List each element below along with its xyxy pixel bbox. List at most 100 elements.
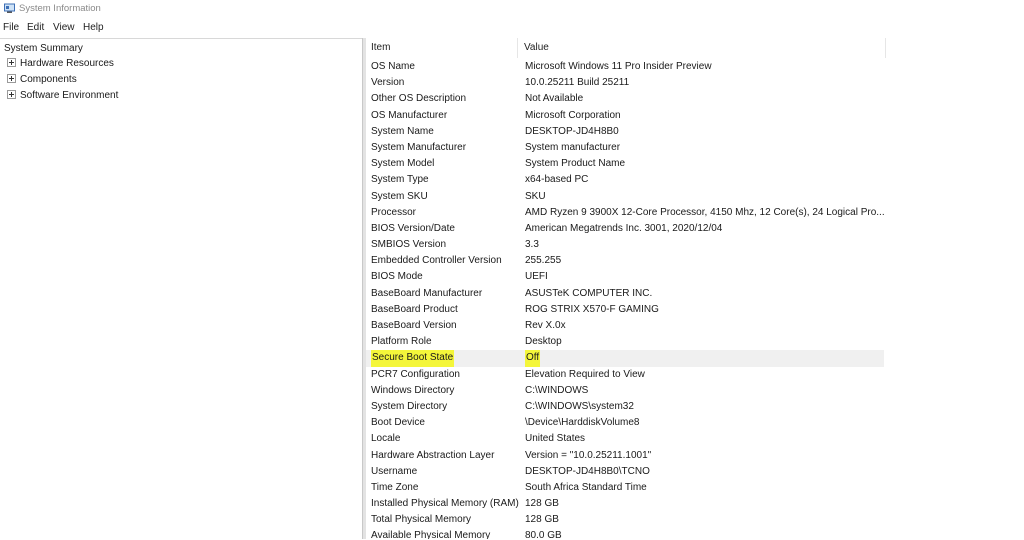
row-item-label: System Name: [371, 125, 434, 137]
table-row[interactable]: BaseBoard Product ROG STRIX X570-F GAMING: [366, 302, 1024, 318]
row-item-label: OS Manufacturer: [371, 109, 448, 121]
category-tree: System Summary Hardware Resources Compon…: [0, 38, 362, 540]
table-row[interactable]: Boot Device \Device\HarddiskVolume8: [366, 415, 1024, 431]
row-value: 80.0 GB: [525, 530, 562, 539]
row-item-label: BIOS Mode: [371, 271, 423, 283]
row-value: DESKTOP-JD4H8B0\TCNO: [525, 465, 650, 477]
menu-file[interactable]: File: [3, 22, 19, 33]
row-item-label: Version: [371, 77, 405, 89]
table-row[interactable]: System Name DESKTOP-JD4H8B0: [366, 124, 1024, 140]
row-item-label: Locale: [371, 433, 401, 445]
row-value: DESKTOP-JD4H8B0: [525, 125, 619, 137]
row-value: System manufacturer: [525, 141, 621, 153]
menu-bar: File Edit View Help: [0, 19, 1024, 37]
row-item-label: Embedded Controller Version: [371, 255, 502, 267]
row-item-label: Other OS Description: [371, 93, 467, 105]
table-row[interactable]: Platform Role Desktop: [366, 334, 1024, 350]
table-row[interactable]: System Directory C:\WINDOWS\system32: [366, 399, 1024, 415]
row-item-label: BIOS Version/Date: [371, 222, 455, 234]
row-value: Version = "10.0.25211.1001": [525, 449, 652, 461]
menu-view[interactable]: View: [53, 22, 75, 33]
table-row[interactable]: Time Zone South Africa Standard Time: [366, 480, 1024, 496]
row-value: \Device\HarddiskVolume8: [525, 417, 640, 429]
tree-item-software-environment[interactable]: Software Environment: [7, 90, 118, 101]
row-item-label: Boot Device: [371, 417, 425, 429]
row-item-label: BaseBoard Product: [371, 303, 458, 315]
table-row[interactable]: Embedded Controller Version 255.255: [366, 253, 1024, 269]
table-row[interactable]: OS Manufacturer Microsoft Corporation: [366, 108, 1024, 124]
row-value: x64-based PC: [525, 174, 589, 186]
details-pane: Item Value OS Name Microsoft Windows 11 P…: [366, 38, 1024, 539]
row-value: AMD Ryzen 9 3900X 12-Core Processor, 415…: [525, 206, 885, 218]
row-value: ASUSTeK COMPUTER INC.: [525, 287, 653, 299]
row-item-label: Installed Physical Memory (RAM): [371, 498, 519, 510]
table-row[interactable]: PCR7 Configuration Elevation Required to …: [366, 367, 1024, 383]
menu-edit[interactable]: Edit: [27, 22, 44, 33]
menu-help[interactable]: Help: [83, 22, 104, 33]
row-value: South Africa Standard Time: [525, 481, 647, 493]
expand-icon[interactable]: [7, 90, 16, 99]
row-value: UEFI: [525, 271, 548, 283]
row-item-label: BaseBoard Version: [371, 320, 457, 331]
table-row[interactable]: Available Physical Memory 80.0 GB: [366, 528, 1024, 539]
row-item-label: Total Physical Memory: [371, 514, 472, 526]
row-item-label: Username: [371, 465, 418, 477]
table-row[interactable]: Processor AMD Ryzen 9 3900X 12-Core Proce…: [366, 205, 1024, 221]
table-row[interactable]: Locale United States: [366, 431, 1024, 447]
table-row[interactable]: Secure Boot State Off: [366, 350, 884, 367]
expand-icon[interactable]: [7, 58, 16, 67]
expand-icon[interactable]: [7, 74, 16, 83]
table-row[interactable]: BIOS Version/Date American Megatrends Inc…: [366, 221, 1024, 237]
column-header-item[interactable]: Item: [366, 38, 518, 58]
table-row[interactable]: Windows Directory C:\WINDOWS: [366, 383, 1024, 399]
row-item-label: Platform Role: [371, 336, 432, 348]
row-item-label: PCR7 Configuration: [371, 368, 460, 380]
row-item-label: System SKU: [371, 190, 428, 202]
row-item-label: SMBIOS Version: [371, 239, 447, 251]
table-row[interactable]: Hardware Abstraction Layer Version = "10.…: [366, 448, 1024, 464]
table-row[interactable]: System Model System Product Name: [366, 156, 1024, 172]
tree-item-components[interactable]: Components: [7, 74, 77, 85]
row-item-label: BaseBoard Manufacturer: [371, 287, 483, 299]
table-row[interactable]: System Manufacturer System manufacturer: [366, 140, 1024, 156]
table-row[interactable]: BaseBoard Manufacturer ASUSTeK COMPUTER I…: [366, 286, 1024, 302]
table-row[interactable]: Installed Physical Memory (RAM) 128 GB: [366, 496, 1024, 512]
row-item-label: Time Zone: [371, 481, 419, 493]
row-value: Desktop: [525, 336, 562, 348]
details-table: OS Name Microsoft Windows 11 Pro Insider …: [366, 59, 1024, 539]
row-value: C:\WINDOWS\system32: [525, 400, 634, 412]
table-row[interactable]: BIOS Mode UEFI: [366, 269, 1024, 285]
table-row[interactable]: Version 10.0.25211 Build 25211: [366, 75, 1024, 91]
row-item-label: System Directory: [371, 400, 448, 412]
row-value: Elevation Required to View: [525, 368, 645, 380]
system-information-icon: [4, 3, 15, 13]
row-value: Not Available: [525, 93, 584, 105]
table-row[interactable]: Username DESKTOP-JD4H8B0\TCNO: [366, 464, 1024, 480]
table-row[interactable]: System SKU SKU: [366, 189, 1024, 205]
tree-item-hardware-resources[interactable]: Hardware Resources: [7, 58, 114, 69]
row-value: C:\WINDOWS: [525, 384, 589, 396]
row-value: Rev X.0x: [525, 320, 566, 331]
table-row[interactable]: Total Physical Memory 128 GB: [366, 512, 1024, 528]
column-header-value[interactable]: Value: [519, 38, 886, 58]
row-value: System Product Name: [525, 158, 626, 170]
table-row[interactable]: SMBIOS Version 3.3: [366, 237, 1024, 253]
table-row[interactable]: BaseBoard Version Rev X.0x: [366, 318, 1024, 334]
row-value: 3.3: [525, 239, 539, 251]
row-item-label: OS Name: [371, 61, 415, 72]
row-item-label: Processor: [371, 206, 417, 218]
row-item-label: System Manufacturer: [371, 141, 467, 153]
row-value: 255.255: [525, 255, 562, 267]
row-value: Off: [525, 350, 541, 367]
tree-item-system-summary[interactable]: System Summary: [4, 43, 83, 54]
row-value: 128 GB: [525, 498, 559, 510]
row-item-label: Hardware Abstraction Layer: [371, 449, 495, 461]
table-row[interactable]: System Type x64-based PC: [366, 172, 1024, 188]
row-item-label: Secure Boot State: [371, 350, 455, 367]
row-value: American Megatrends Inc. 3001, 2020/12/0…: [525, 222, 723, 234]
row-value: United States: [525, 433, 586, 445]
row-value: ROG STRIX X570-F GAMING: [525, 303, 659, 315]
table-row[interactable]: Other OS Description Not Available: [366, 91, 1024, 107]
row-item-label: Available Physical Memory: [371, 530, 491, 539]
table-row[interactable]: OS Name Microsoft Windows 11 Pro Insider …: [366, 59, 1024, 75]
